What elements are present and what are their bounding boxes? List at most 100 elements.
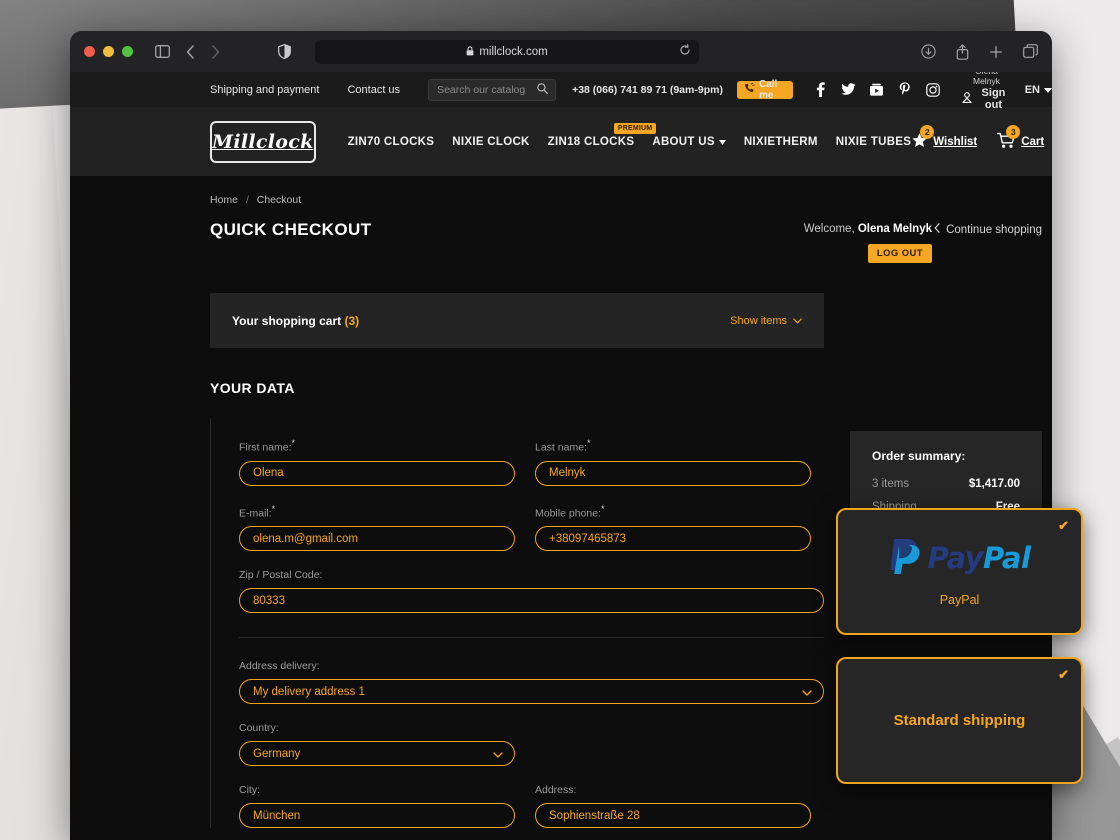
sign-out-link[interactable]: Sign out	[962, 87, 1010, 112]
field-mobile-phone: Mobile phone:*	[535, 504, 811, 551]
country-select-wrap	[239, 741, 515, 766]
address-bar[interactable]: millclock.com	[315, 39, 699, 64]
pinterest-icon[interactable]	[897, 82, 912, 97]
paypal-wordmark: PayPal	[928, 541, 1031, 575]
close-window-button[interactable]	[84, 46, 95, 57]
summary-items-value: $1,417.00	[968, 478, 1020, 490]
mobile-phone-label: Mobile phone:*	[535, 504, 811, 520]
field-email: E-mail:*	[239, 504, 515, 551]
search-input[interactable]	[437, 83, 548, 96]
minimize-window-button[interactable]	[103, 46, 114, 57]
social-links[interactable]	[813, 82, 940, 97]
your-data-heading: YOUR DATA	[210, 380, 295, 396]
last-name-label: Last name:*	[535, 438, 811, 454]
share-icon[interactable]	[956, 43, 969, 60]
search-icon[interactable]	[537, 82, 549, 97]
breadcrumb-current: Checkout	[256, 194, 302, 206]
cart-link[interactable]: 3 Cart	[997, 124, 1045, 152]
wishlist-label: Wishlist	[933, 135, 978, 148]
zip-input[interactable]	[239, 588, 824, 613]
utility-link-shipping-and-payment[interactable]: Shipping and payment	[210, 84, 319, 96]
country-select[interactable]	[239, 741, 515, 766]
email-label-text: E-mail:	[239, 507, 272, 519]
site-logo[interactable]: Millclock	[210, 120, 316, 163]
field-first-name: First name:*	[239, 438, 515, 486]
back-arrow-icon[interactable]	[186, 44, 195, 59]
mobile-phone-input[interactable]	[535, 526, 811, 551]
paypal-word-pal: Pal	[983, 540, 1031, 575]
call-me-button[interactable]: Call me	[736, 78, 794, 101]
window-traffic-lights[interactable]	[84, 46, 133, 57]
form-row-contact: E-mail:* Mobile phone:*	[239, 504, 824, 551]
maximize-window-button[interactable]	[122, 46, 133, 57]
cart-label: Cart	[1021, 135, 1045, 148]
city-input[interactable]	[239, 803, 515, 828]
required-marker: *	[271, 503, 276, 514]
shipping-method-card-standard[interactable]: ✔ Standard shipping	[836, 657, 1083, 784]
nav-item-nixie-clock[interactable]: NIXIE CLOCK	[452, 136, 529, 148]
call-me-label: Call me	[758, 78, 778, 101]
breadcrumb-home[interactable]: Home	[210, 194, 238, 206]
email-label: E-mail:*	[239, 504, 515, 520]
chevron-down-icon	[793, 315, 802, 327]
address-delivery-select[interactable]	[239, 679, 824, 704]
catalog-search[interactable]	[428, 78, 557, 101]
twitter-icon[interactable]	[841, 82, 856, 97]
page-title-row: QUICK CHECKOUT Welcome, Olena Melnyk LOG…	[210, 220, 1052, 263]
paypal-mark-icon	[889, 536, 923, 579]
mobile-phone-label-text: Mobile phone:	[535, 507, 601, 519]
shipping-caption: Standard shipping	[893, 712, 1026, 729]
nav-label: ABOUT US	[652, 135, 715, 148]
nav-label: NIXIE TUBES	[835, 135, 912, 148]
shield-icon[interactable]	[278, 44, 291, 59]
youtube-icon[interactable]	[869, 82, 884, 97]
paypal-caption: PayPal	[939, 593, 980, 607]
nav-item-nixie-tubes[interactable]: NIXIE TUBES	[836, 136, 912, 148]
sidebar-icon[interactable]	[155, 45, 170, 58]
address-input[interactable]	[535, 803, 811, 828]
plus-icon[interactable]	[989, 45, 1003, 59]
address-label: Address:	[535, 784, 577, 796]
continue-shopping-link[interactable]: Continue shopping	[934, 223, 1042, 236]
nav-item-zin70-clocks[interactable]: ZIN70 CLOCKS	[348, 136, 435, 148]
field-address-delivery: Address delivery:	[239, 660, 824, 704]
first-name-input[interactable]	[239, 460, 515, 486]
cart-bar-count: (3)	[344, 313, 360, 328]
required-marker: *	[291, 438, 296, 448]
log-out-button[interactable]: LOG OUT	[867, 244, 932, 263]
nav-item-nixietherm[interactable]: NIXIETHERM	[744, 136, 818, 148]
field-zip: Zip / Postal Code:	[239, 569, 824, 613]
instagram-icon[interactable]	[925, 82, 940, 97]
language-selector[interactable]: EN	[1025, 84, 1052, 96]
chevron-down-icon	[1044, 84, 1052, 96]
email-input[interactable]	[239, 526, 515, 551]
chevron-left-icon	[934, 223, 940, 236]
cart-bar-label: Your shopping cart (3)	[232, 314, 359, 328]
payment-method-card-paypal[interactable]: ✔ PayPal PayPal	[836, 508, 1083, 635]
wishlist-link[interactable]: 2 Wishlist	[911, 124, 978, 152]
lock-icon	[466, 43, 474, 61]
city-label: City:	[239, 784, 260, 796]
utility-link-contact-us[interactable]: Contact us	[347, 84, 400, 96]
account-menu[interactable]: Olena Melnyk Sign out	[962, 66, 1010, 112]
nav-label: ZIN18 CLOCKS	[547, 135, 635, 148]
address-delivery-label: Address delivery:	[239, 660, 320, 672]
download-icon[interactable]	[921, 44, 936, 59]
nav-item-zin18-clocks[interactable]: ZIN18 CLOCKS PREMIUM	[547, 122, 657, 148]
phone-icon	[744, 82, 755, 97]
facebook-icon[interactable]	[813, 82, 828, 97]
site-utility-bar: Shipping and payment Contact us +38 (066…	[70, 66, 1052, 111]
desk-scene: millclock.com Shipping and payment Conta…	[0, 0, 1120, 840]
last-name-input[interactable]	[535, 460, 811, 486]
browser-toolbar: millclock.com	[70, 31, 1052, 72]
form-row-address-delivery: Address delivery:	[239, 660, 824, 704]
breadcrumb-separator: /	[245, 194, 249, 206]
tab-overview-icon[interactable]	[1023, 44, 1038, 59]
sign-out-label: Sign out	[981, 86, 1006, 112]
welcome-name: Olena Melnyk	[857, 223, 932, 235]
show-items-toggle[interactable]: Show items	[730, 315, 802, 327]
form-row-city-address: City: Address:	[239, 784, 824, 828]
premium-badge: PREMIUM	[613, 122, 657, 134]
nav-item-about-us[interactable]: ABOUT US	[652, 135, 726, 148]
reload-icon[interactable]	[679, 43, 691, 61]
